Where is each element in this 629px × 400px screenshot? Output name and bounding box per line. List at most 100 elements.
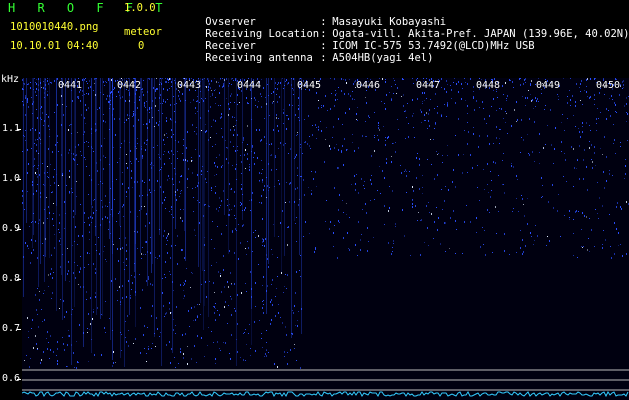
noise-speck — [581, 229, 582, 230]
noise-streak — [152, 78, 153, 264]
noise-speck — [180, 193, 181, 194]
noise-speck — [366, 136, 367, 137]
noise-speck — [39, 291, 40, 292]
noise-speck — [614, 102, 615, 104]
noise-speck — [166, 133, 167, 134]
noise-speck — [233, 126, 234, 127]
noise-speck — [287, 83, 288, 85]
noise-speck — [627, 140, 628, 141]
noise-speck — [163, 88, 164, 90]
noise-speck — [37, 257, 38, 259]
noise-speck — [131, 163, 132, 164]
noise-speck — [111, 79, 112, 81]
noise-speck — [174, 104, 175, 105]
noise-speck — [532, 99, 533, 101]
noise-speck — [234, 129, 235, 131]
noise-speck — [385, 137, 386, 138]
noise-speck — [225, 140, 226, 141]
noise-speck — [487, 184, 488, 185]
noise-speck — [95, 268, 96, 270]
noise-speck — [467, 143, 468, 145]
noise-speck — [237, 351, 238, 353]
noise-speck — [31, 97, 32, 98]
noise-speck — [297, 187, 298, 189]
noise-speck — [115, 362, 116, 363]
noise-speck — [370, 179, 371, 181]
noise-speck — [342, 124, 343, 125]
noise-speck — [122, 297, 123, 299]
noise-speck — [589, 218, 590, 219]
noise-speck — [48, 116, 49, 118]
noise-speck — [27, 173, 28, 174]
noise-speck — [149, 119, 150, 121]
noise-speck — [144, 182, 145, 183]
noise-streak — [184, 78, 185, 231]
noise-speck — [122, 183, 123, 185]
noise-speck — [594, 104, 595, 105]
noise-speck — [562, 114, 563, 115]
noise-speck — [119, 286, 120, 288]
noise-speck — [287, 274, 288, 275]
noise-speck — [95, 292, 96, 294]
noise-speck — [582, 131, 583, 133]
noise-speck — [164, 163, 165, 165]
noise-speck — [480, 246, 481, 248]
noise-speck — [273, 129, 274, 131]
noise-speck — [232, 78, 233, 79]
noise-speck — [406, 171, 407, 172]
noise-speck — [183, 209, 184, 210]
noise-speck — [402, 78, 403, 80]
noise-speck — [338, 149, 339, 151]
noise-speck — [215, 303, 216, 304]
noise-speck — [210, 106, 211, 108]
noise-speck — [231, 283, 232, 284]
noise-speck — [285, 274, 286, 275]
noise-speck — [296, 154, 297, 156]
noise-speck — [604, 136, 605, 138]
noise-speck — [278, 130, 279, 132]
noise-speck — [164, 151, 165, 152]
noise-speck — [197, 200, 198, 201]
noise-speck — [271, 249, 272, 250]
noise-speck — [501, 108, 502, 110]
noise-speck — [271, 319, 272, 321]
noise-speck — [210, 87, 211, 89]
noise-speck — [35, 91, 36, 93]
minute-label: 0442 — [117, 80, 142, 91]
noise-streak — [75, 78, 76, 215]
noise-speck — [433, 139, 434, 140]
noise-speck — [455, 186, 456, 188]
noise-speck — [43, 222, 44, 224]
noise-speck — [34, 165, 35, 166]
minute-label: 0441 — [58, 80, 83, 91]
noise-speck — [155, 91, 156, 92]
noise-speck — [48, 286, 49, 287]
noise-speck — [89, 329, 90, 330]
noise-speck — [290, 349, 291, 351]
noise-speck — [357, 107, 358, 108]
noise-speck — [337, 257, 338, 259]
noise-speck — [28, 248, 29, 249]
noise-speck — [397, 87, 398, 89]
noise-speck — [48, 342, 49, 343]
noise-speck — [311, 171, 312, 172]
meteor-label: meteor — [124, 26, 162, 38]
noise-speck — [138, 161, 139, 162]
noise-speck — [284, 351, 285, 353]
noise-speck — [209, 83, 210, 85]
noise-speck — [146, 241, 147, 243]
noise-speck — [610, 246, 611, 247]
noise-speck — [434, 221, 435, 223]
noise-streak — [135, 78, 136, 244]
noise-speck — [609, 214, 610, 215]
noise-speck — [132, 282, 133, 284]
noise-speck — [36, 95, 37, 96]
noise-speck — [205, 86, 206, 87]
noise-speck — [546, 245, 547, 246]
noise-speck — [427, 227, 428, 229]
noise-speck — [290, 182, 291, 184]
noise-speck — [530, 94, 531, 95]
noise-speck — [386, 94, 387, 96]
noise-streak — [200, 78, 201, 303]
noise-speck — [297, 175, 298, 176]
